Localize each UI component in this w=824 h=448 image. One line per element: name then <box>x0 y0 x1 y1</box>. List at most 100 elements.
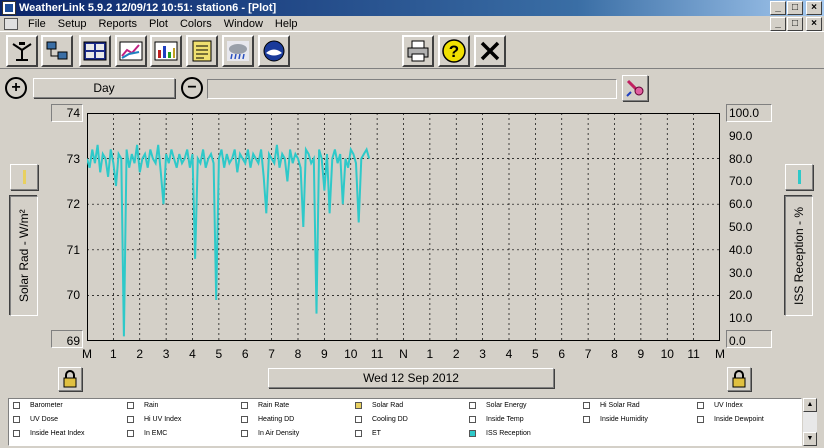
paint-icon <box>626 79 644 97</box>
legend-item[interactable]: Solar Energy <box>469 402 526 409</box>
legend-item[interactable]: Barometer <box>13 402 63 409</box>
legend-checkbox[interactable] <box>13 416 20 423</box>
menu-colors[interactable]: Colors <box>174 17 218 31</box>
legend-item[interactable]: In EMC <box>127 430 167 437</box>
legend-scrollbar[interactable]: ▲ ▼ <box>803 398 817 446</box>
close-button[interactable] <box>474 35 506 67</box>
legend-checkbox[interactable] <box>241 430 248 437</box>
menu-reports[interactable]: Reports <box>92 17 143 31</box>
right-axis-tick-label: 50.0 <box>729 220 753 234</box>
lock-icon <box>732 370 746 388</box>
legend-item[interactable]: ET <box>355 430 381 437</box>
menu-bar: File Setup Reports Plot Colors Window He… <box>0 16 824 31</box>
date-label[interactable]: Wed 12 Sep 2012 <box>268 368 554 388</box>
legend-item[interactable]: Cooling DD <box>355 416 408 423</box>
legend-item[interactable]: Heating DD <box>241 416 294 423</box>
scroll-up-arrow[interactable]: ▲ <box>803 398 817 412</box>
legend-item[interactable]: Inside Humidity <box>583 416 648 423</box>
legend-label: ISS Reception <box>486 430 531 437</box>
chart-button[interactable] <box>115 35 147 67</box>
zoom-in-button[interactable]: + <box>5 77 27 99</box>
lock-icon <box>63 370 77 388</box>
help-button[interactable]: ? <box>438 35 470 67</box>
legend-item[interactable]: Rain <box>127 402 158 409</box>
legend-checkbox[interactable] <box>469 416 476 423</box>
right-axis-title[interactable]: ISS Reception - % <box>785 196 813 316</box>
menu-plot[interactable]: Plot <box>143 17 174 31</box>
right-axis-tick-label: 100.0 <box>729 106 760 120</box>
mdi-close-button[interactable]: × <box>806 17 822 31</box>
mdi-restore-button[interactable]: □ <box>787 17 803 31</box>
zoom-selection-field[interactable] <box>207 79 617 99</box>
legend-checkbox[interactable] <box>127 416 134 423</box>
legend-checkbox[interactable] <box>583 402 590 409</box>
left-axis-color-button[interactable] <box>10 164 38 190</box>
legend-label: UV Index <box>714 402 743 409</box>
legend-item[interactable]: Hi Solar Rad <box>583 402 640 409</box>
legend-checkbox[interactable] <box>697 416 704 423</box>
legend-checkbox[interactable] <box>355 402 362 409</box>
legend-item[interactable]: Rain Rate <box>241 402 289 409</box>
menu-file[interactable]: File <box>22 17 52 31</box>
legend-checkbox[interactable] <box>241 416 248 423</box>
station-button[interactable] <box>6 35 38 67</box>
chart-icon <box>119 41 143 61</box>
legend-item[interactable]: Hi UV Index <box>127 416 181 423</box>
x-axis-tick-label: 4 <box>189 347 196 361</box>
mdi-minimize-button[interactable]: _ <box>770 17 786 31</box>
legend-checkbox[interactable] <box>583 416 590 423</box>
scroll-down-arrow[interactable]: ▼ <box>803 432 817 446</box>
menu-window[interactable]: Window <box>218 17 269 31</box>
notes-button[interactable] <box>186 35 218 67</box>
document-icon <box>4 17 18 30</box>
period-label[interactable]: Day <box>33 78 175 98</box>
legend-checkbox[interactable] <box>13 430 20 437</box>
legend-checkbox[interactable] <box>127 402 134 409</box>
legend-checkbox[interactable] <box>13 402 20 409</box>
legend-item[interactable]: UV Index <box>697 402 743 409</box>
legend-checkbox[interactable] <box>469 430 476 437</box>
legend-item[interactable]: ISS Reception <box>469 430 531 437</box>
left-axis-tick-label: 72 <box>66 197 80 212</box>
left-lock-button[interactable] <box>58 367 82 391</box>
legend-item[interactable]: Inside Heat Index <box>13 430 84 437</box>
menu-setup[interactable]: Setup <box>52 17 93 31</box>
x-axis-tick-label: 1 <box>426 347 434 361</box>
right-lock-button[interactable] <box>727 367 751 391</box>
network-button[interactable] <box>41 35 73 67</box>
legend-checkbox[interactable] <box>241 402 248 409</box>
right-axis-tick-label: 90.0 <box>729 128 753 143</box>
close-window-button[interactable]: × <box>806 1 822 15</box>
bulletin-button[interactable] <box>79 35 111 67</box>
solar-rad-swatch <box>22 170 26 184</box>
legend-checkbox[interactable] <box>127 430 134 437</box>
legend-item[interactable]: Inside Temp <box>469 416 524 423</box>
legend-checkbox[interactable] <box>355 416 362 423</box>
legend-checkbox[interactable] <box>469 402 476 409</box>
maximize-button[interactable]: □ <box>787 1 803 15</box>
right-axis-color-button[interactable] <box>785 164 813 190</box>
legend-item[interactable]: UV Dose <box>13 416 58 423</box>
legend-checkbox[interactable] <box>697 402 704 409</box>
weather-button[interactable] <box>222 35 254 67</box>
network-icon <box>46 41 68 60</box>
left-axis-title[interactable]: Solar Rad - W/m² <box>10 196 38 316</box>
right-axis-tick-label: 20.0 <box>729 288 753 303</box>
x-axis-tick-label: 10 <box>660 347 674 361</box>
zoom-out-button[interactable]: − <box>181 77 203 99</box>
x-axis-tick-label: 11 <box>370 347 384 361</box>
x-axis-tick-label: 1 <box>110 347 117 361</box>
minimize-button[interactable]: _ <box>770 1 786 15</box>
x-axis-tick-label: 10 <box>344 347 358 361</box>
noaa-button[interactable] <box>258 35 290 67</box>
plot-button[interactable] <box>150 35 182 67</box>
colors-button[interactable] <box>622 75 648 101</box>
legend-item[interactable]: Solar Rad <box>355 402 403 409</box>
menu-help[interactable]: Help <box>269 17 304 31</box>
legend-item[interactable]: Inside Dewpoint <box>697 416 764 423</box>
legend-label: In Air Density <box>258 430 300 437</box>
legend-checkbox[interactable] <box>355 430 362 437</box>
legend-item[interactable]: In Air Density <box>241 430 299 437</box>
print-button[interactable] <box>402 35 434 67</box>
svg-text:?: ? <box>449 42 459 61</box>
